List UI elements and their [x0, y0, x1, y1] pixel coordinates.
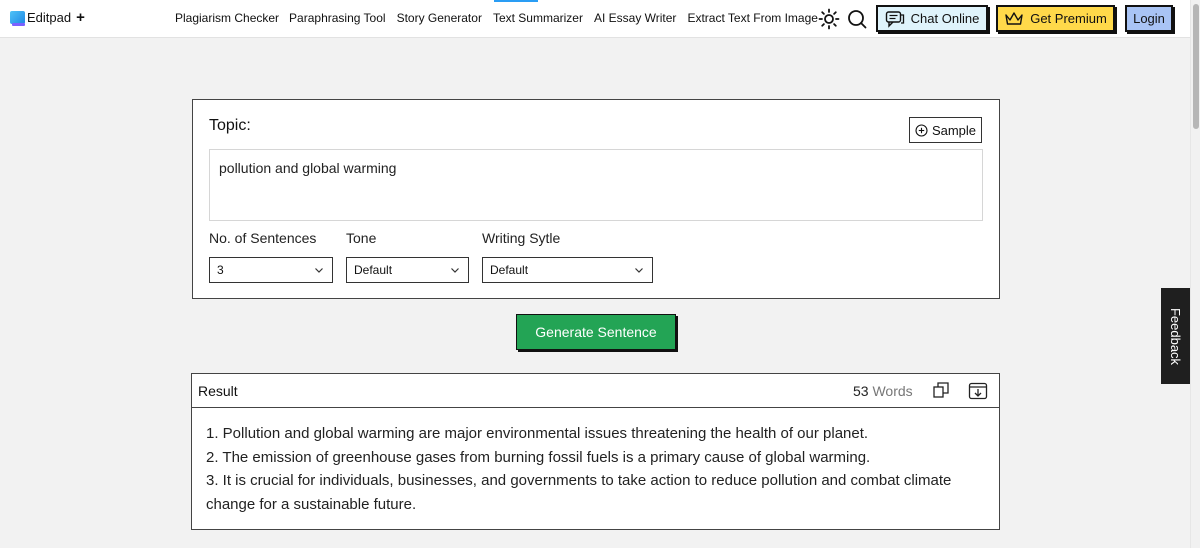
result-line: 3. It is crucial for individuals, busine…: [206, 472, 952, 513]
chevron-down-icon: [635, 268, 643, 273]
tone-select[interactable]: Default: [346, 257, 469, 283]
login-label: Login: [1133, 11, 1165, 26]
writing-style-value: Default: [490, 263, 529, 277]
chat-online-button[interactable]: Chat Online: [876, 5, 988, 32]
nav-story-generator[interactable]: Story Generator: [397, 11, 482, 25]
sentences-select[interactable]: 3: [209, 257, 333, 283]
copy-icon[interactable]: [932, 381, 950, 404]
tone-value: Default: [354, 263, 393, 277]
word-count: 53 Words: [853, 383, 913, 399]
crown-icon: [1005, 11, 1023, 25]
generate-sentence-button[interactable]: Generate Sentence: [516, 314, 676, 350]
topic-label: Topic:: [209, 117, 251, 134]
search-icon[interactable]: [846, 8, 868, 30]
topic-input[interactable]: pollution and global warming: [209, 149, 983, 221]
get-premium-label: Get Premium: [1030, 11, 1107, 26]
generate-sentence-label: Generate Sentence: [535, 324, 657, 340]
chat-online-label: Chat Online: [910, 11, 980, 26]
chevron-down-icon: [451, 268, 459, 273]
result-header: Result 53 Words: [192, 374, 999, 408]
brand-plus: +: [76, 9, 85, 26]
nav-extract-text-from-image[interactable]: Extract Text From Image: [687, 11, 817, 25]
word-count-unit: Words: [872, 383, 913, 399]
result-panel: Result 53 Words 1. Pollution and global …: [191, 373, 1000, 530]
top-navigation-bar: Editpad + Plagiarism Checker Paraphrasin…: [0, 0, 1190, 38]
nav-ai-essay-writer[interactable]: AI Essay Writer: [594, 11, 676, 25]
result-line: 2. The emission of greenhouse gases from…: [206, 448, 871, 466]
sun-icon[interactable]: [818, 8, 840, 30]
feedback-label: Feedback: [1168, 307, 1183, 365]
sentences-value: 3: [217, 263, 224, 277]
sample-button[interactable]: Sample: [909, 117, 982, 143]
sample-label: Sample: [931, 122, 977, 138]
result-line: 1. Pollution and global warming are majo…: [206, 425, 869, 442]
scrollbar-thumb[interactable]: [1193, 4, 1199, 129]
login-button[interactable]: Login: [1125, 5, 1173, 32]
result-text: 1. Pollution and global warming are majo…: [206, 422, 976, 516]
chevron-down-icon: [315, 268, 323, 273]
brand-name: Editpad: [27, 10, 72, 25]
scrollbar[interactable]: [1190, 0, 1200, 548]
nav-plagiarism-checker[interactable]: Plagiarism Checker: [175, 11, 279, 25]
sentences-label: No. of Sentences: [209, 230, 317, 246]
get-premium-button[interactable]: Get Premium: [996, 5, 1115, 32]
editpad-logo-icon: [10, 11, 25, 26]
tone-label: Tone: [346, 230, 377, 246]
writing-style-select[interactable]: Default: [482, 257, 653, 283]
brand-logo-link[interactable]: Editpad +: [10, 9, 85, 26]
sentence-generator-form: Topic: Sample pollution and global warmi…: [192, 99, 1000, 299]
plus-circle-icon: [915, 123, 928, 137]
chat-icon: [885, 10, 904, 28]
nav-paraphrasing-tool[interactable]: Paraphrasing Tool: [289, 11, 386, 25]
main-nav: Plagiarism Checker Paraphrasing Tool Sto…: [175, 11, 829, 25]
active-indicator: [494, 0, 538, 2]
download-icon[interactable]: [968, 381, 988, 406]
writing-style-label: Writing Sytle: [482, 230, 561, 246]
feedback-tab[interactable]: Feedback: [1161, 288, 1190, 384]
word-count-number: 53: [853, 383, 869, 399]
nav-text-summarizer[interactable]: Text Summarizer: [493, 11, 583, 25]
result-title: Result: [198, 383, 238, 399]
